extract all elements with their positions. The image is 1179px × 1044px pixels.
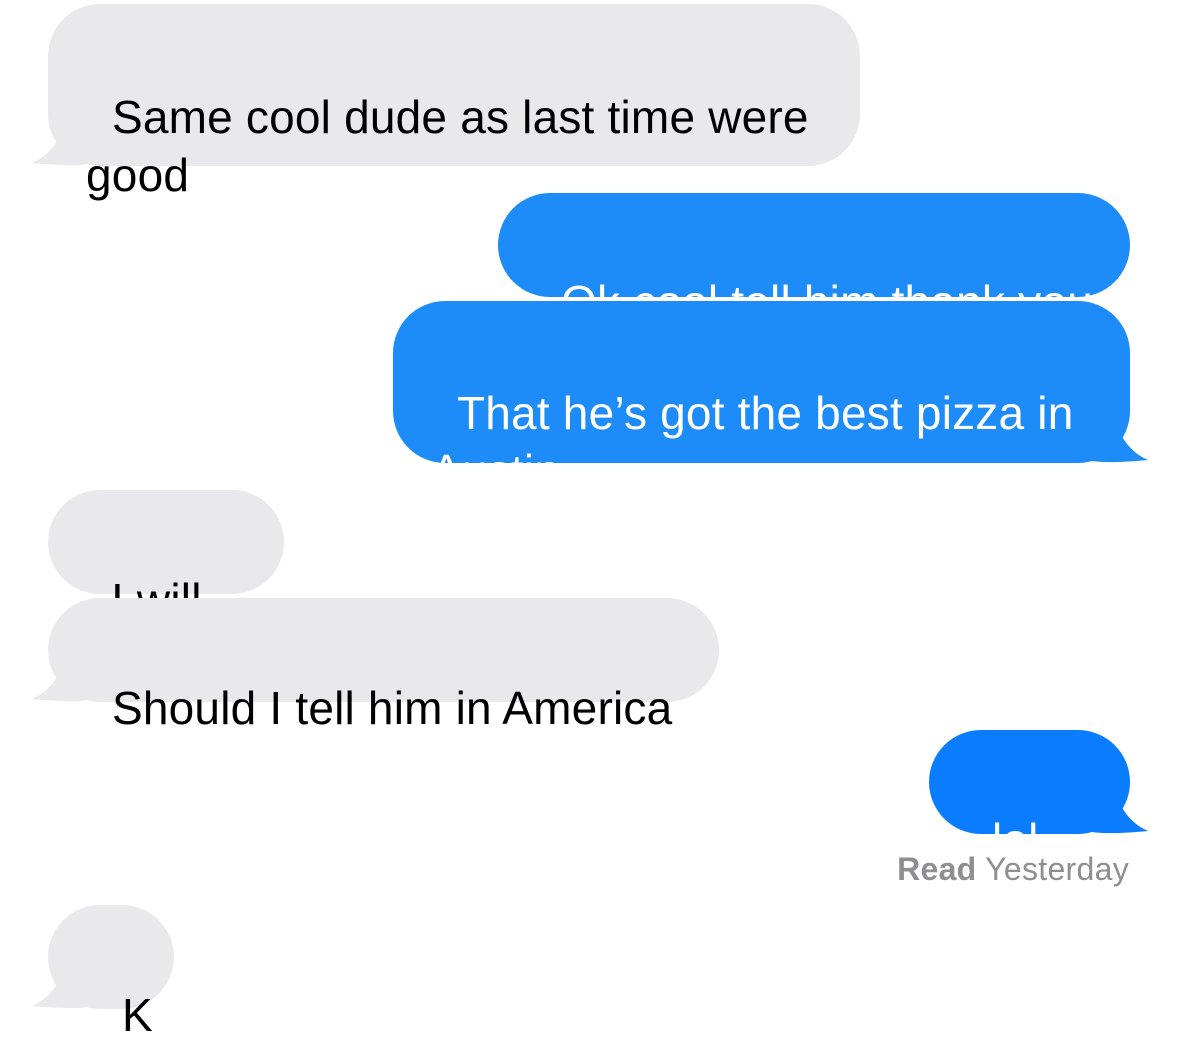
bubble-tail-incoming: [32, 656, 88, 702]
message-text: Same cool dude as last time were good: [86, 91, 809, 201]
message-bubble-incoming[interactable]: I will: [48, 490, 284, 686]
message-bubble-outgoing[interactable]: That he’s got the best pizza in Austin: [393, 301, 1130, 497]
bubble-tail-outgoing: [1092, 788, 1148, 834]
message-text: K: [121, 989, 153, 1041]
read-time: Yesterday: [985, 851, 1129, 887]
bubble-tail-outgoing: [1092, 417, 1148, 463]
message-bubble-incoming[interactable]: Should I tell him in America: [48, 598, 719, 734]
message-text: Should I tell him in America: [111, 682, 673, 734]
read-receipt: Read Yesterday: [897, 849, 1129, 889]
message-bubble-incoming[interactable]: Same cool dude as last time were good: [48, 4, 860, 201]
read-status: Read: [897, 851, 977, 887]
bubble-tail-incoming: [32, 120, 88, 166]
bubble-tail-incoming: [32, 963, 88, 1009]
message-bubble-outgoing[interactable]: Ok cool tell him thank you: [498, 193, 1130, 328]
message-text: That he’s got the best pizza in Austin: [431, 387, 1074, 497]
